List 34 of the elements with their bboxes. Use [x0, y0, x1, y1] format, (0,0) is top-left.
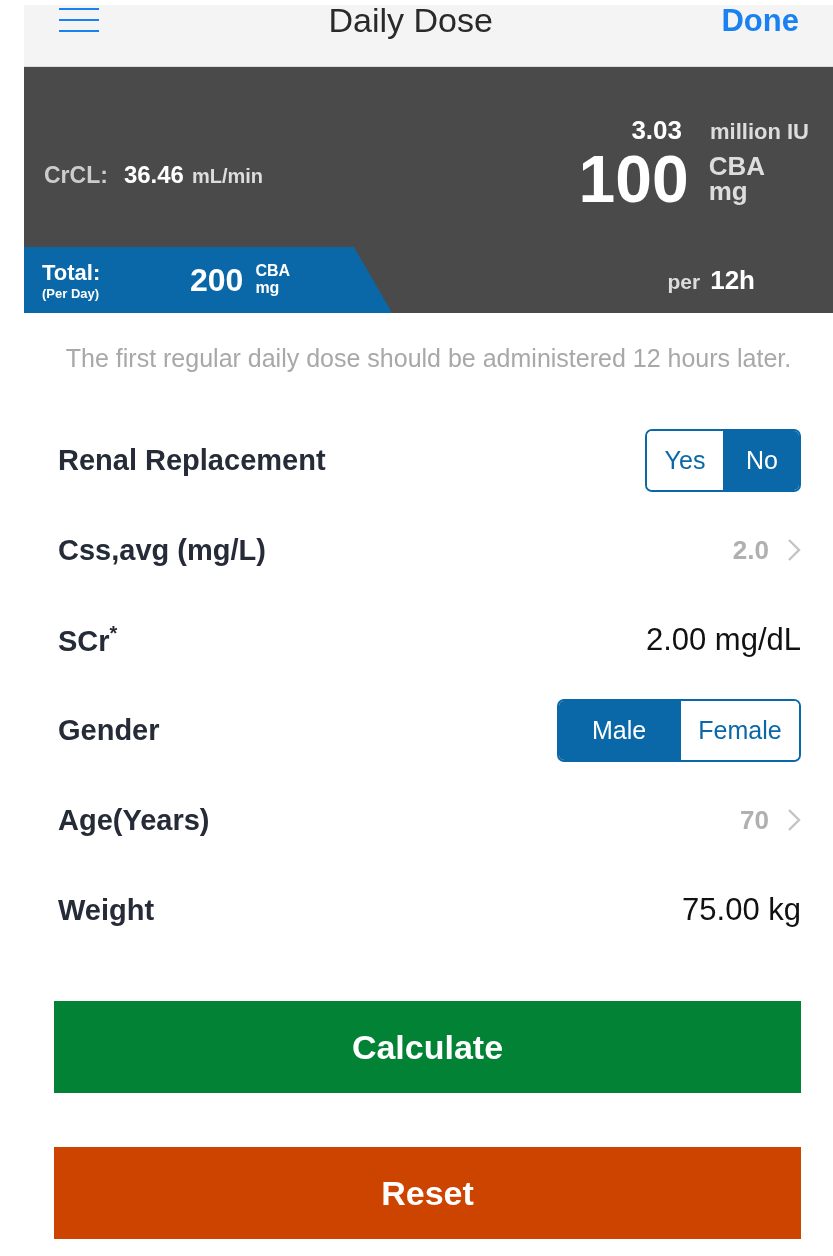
- chevron-icon[interactable]: [787, 808, 801, 832]
- iu-value: 3.03: [631, 115, 682, 146]
- field-value[interactable]: 75.00 kg: [682, 892, 801, 928]
- crcl-unit: mL/min: [191, 164, 264, 188]
- field-label: Age(Years): [58, 803, 210, 837]
- field-label: Gender: [58, 713, 160, 747]
- iu-unit: million IU: [710, 119, 809, 145]
- total-label: Total:: [42, 259, 102, 286]
- total-value: 200: [190, 261, 244, 299]
- total-unit: mg: [255, 280, 281, 297]
- calculate-button[interactable]: Calculate: [54, 1001, 801, 1093]
- info-message: The first regular daily dose should be administered 12 hours later.: [64, 343, 793, 374]
- per-label: per: [667, 269, 701, 294]
- segment-option[interactable]: Male: [559, 700, 679, 760]
- field-label: Renal Replacement: [58, 443, 326, 477]
- dose-value: 100: [578, 146, 689, 212]
- field-label: Weight: [58, 893, 155, 927]
- reset-button[interactable]: Reset: [54, 1147, 801, 1239]
- crcl-value: 36.46: [123, 160, 184, 189]
- screen-title: Daily Dose: [328, 1, 493, 40]
- done-button[interactable]: Done: [721, 2, 799, 39]
- segment-option[interactable]: No: [723, 430, 799, 490]
- total-sublabel: (Per Day): [42, 285, 101, 301]
- total-unit: CBA: [255, 263, 291, 280]
- dose-unit: mg: [708, 179, 749, 204]
- field-value[interactable]: 2.00 mg/dL: [645, 622, 801, 658]
- interval-value: 12h: [710, 264, 755, 296]
- dose-unit: CBA: [708, 154, 765, 179]
- chevron-icon[interactable]: [787, 538, 801, 562]
- crcl-label: CrCL:: [44, 161, 108, 189]
- menu-icon[interactable]: [58, 6, 100, 33]
- segment-option[interactable]: Female: [679, 700, 799, 760]
- field-label: SCr$^{*}$: [58, 622, 118, 658]
- field-label: Css,avg (mg/L): [58, 533, 266, 567]
